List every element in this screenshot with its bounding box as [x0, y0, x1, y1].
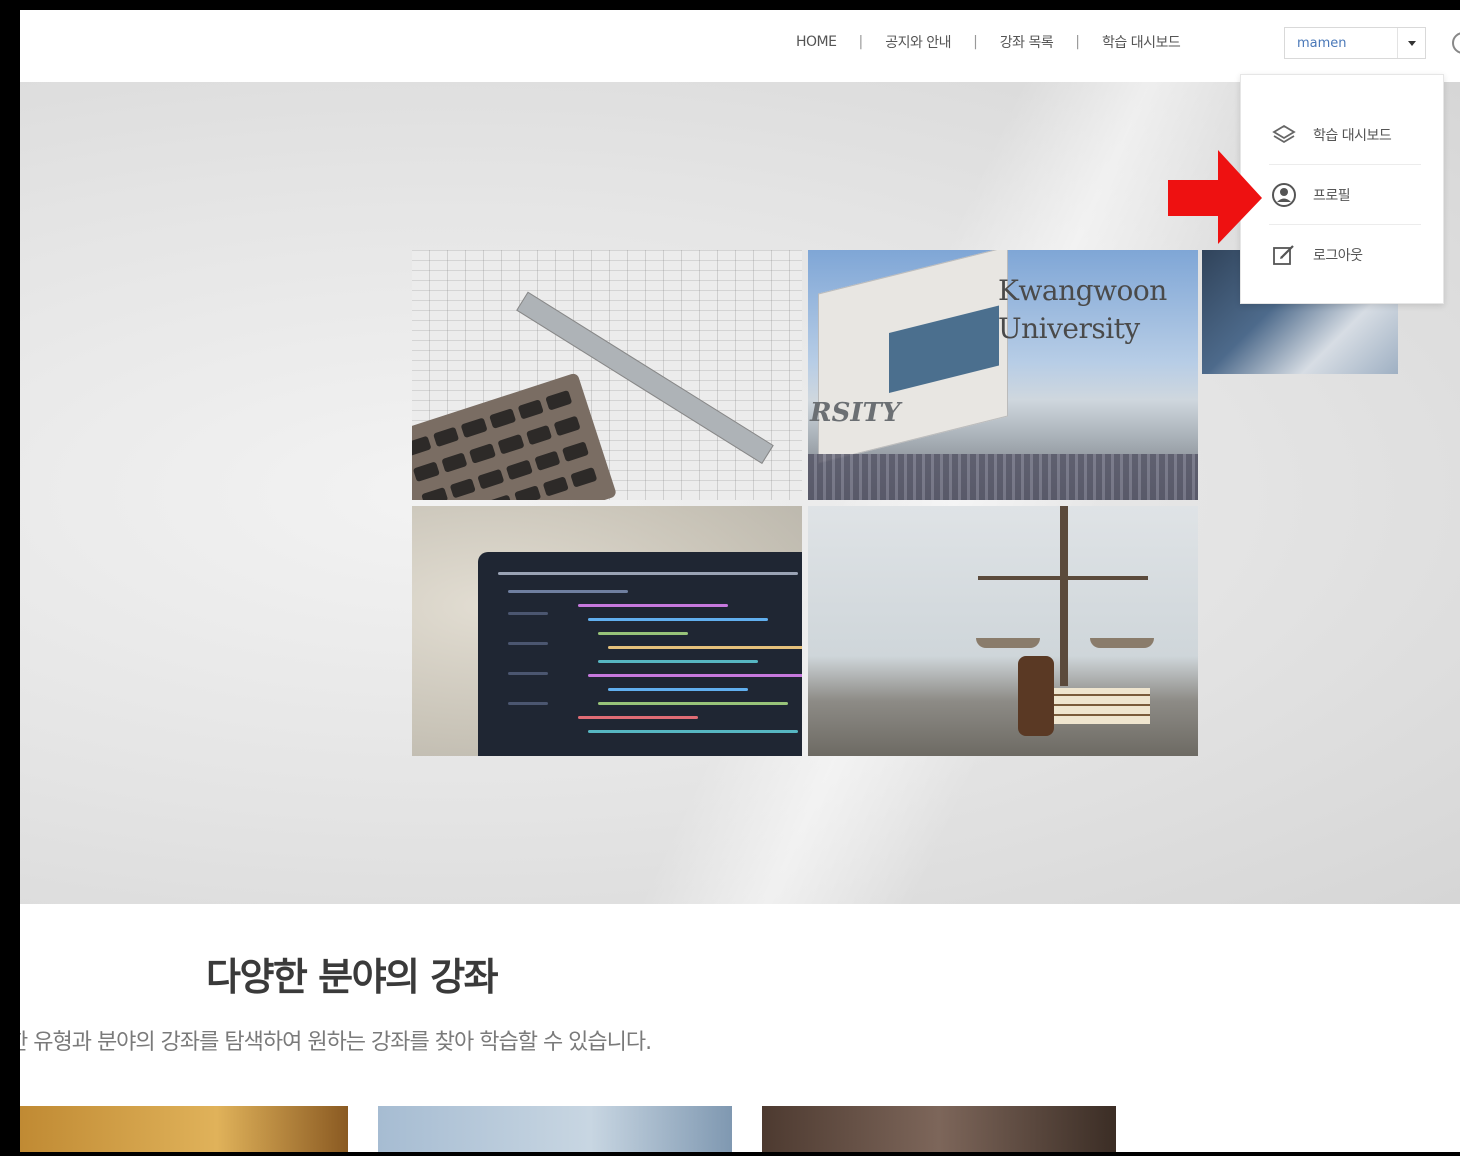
section-description: 한 유형과 분야의 강좌를 탐색하여 원하는 강좌를 찾아 학습할 수 있습니다… [20, 1030, 652, 1055]
user-menu-toggle-button[interactable] [1397, 28, 1425, 58]
programming-image [412, 506, 802, 756]
browser-viewport: HOME | 공지와 안내 | 강좌 목록 | 학습 대시보드 mamen Kw… [20, 10, 1460, 1152]
nav-dashboard-link[interactable]: 학습 대시보드 [1102, 32, 1181, 52]
building-shape [818, 250, 1008, 464]
nav-home-link[interactable]: HOME [796, 34, 837, 50]
username-label: mamen [1297, 35, 1347, 51]
red-arrow-annotation [1168, 150, 1262, 244]
scale-beam [978, 576, 1148, 580]
menu-item-logout[interactable]: 로그아웃 [1269, 225, 1421, 285]
screenshot-frame: HOME | 공지와 안내 | 강좌 목록 | 학습 대시보드 mamen Kw… [0, 0, 1460, 1156]
user-circle-icon [1269, 180, 1299, 210]
scale-pan-left [976, 638, 1040, 648]
user-dropdown-menu: 학습 대시보드 프로필 로그아웃 [1240, 74, 1444, 304]
law-image [808, 506, 1198, 756]
calculator-shape [412, 372, 618, 500]
building-sign-text: RSITY [810, 398, 901, 428]
campus-ground [808, 454, 1198, 500]
laptop-screen [478, 552, 802, 756]
nav-courses-link[interactable]: 강좌 목록 [1000, 32, 1054, 52]
menu-item-profile[interactable]: 프로필 [1269, 165, 1421, 225]
user-menu-select[interactable]: mamen [1284, 27, 1426, 59]
menu-item-label: 프로필 [1313, 187, 1351, 204]
course-card[interactable] [762, 1106, 1116, 1152]
university-name-text: Kwangwoon University [998, 272, 1167, 348]
edit-icon [1269, 240, 1299, 270]
gavel-shape [1018, 656, 1054, 736]
chevron-down-icon [1407, 40, 1416, 46]
course-card[interactable] [378, 1106, 732, 1152]
nav-separator: | [973, 34, 978, 50]
main-nav: HOME | 공지와 안내 | 강좌 목록 | 학습 대시보드 [796, 32, 1181, 52]
section-title: 다양한 분야의 강좌 [206, 955, 499, 999]
top-bar: HOME | 공지와 안내 | 강좌 목록 | 학습 대시보드 mamen [20, 10, 1460, 82]
university-image: Kwangwoon University RSITY [808, 250, 1198, 500]
scale-pan-right [1090, 638, 1154, 648]
menu-item-dashboard[interactable]: 학습 대시보드 [1269, 105, 1421, 165]
circle-icon[interactable] [1452, 32, 1460, 54]
arrow-right-icon [1168, 150, 1262, 244]
course-card[interactable] [20, 1106, 348, 1152]
university-name-line2: University [998, 312, 1140, 345]
menu-item-label: 학습 대시보드 [1313, 127, 1392, 144]
nav-separator: | [1075, 34, 1080, 50]
university-name-line1: Kwangwoon [998, 274, 1167, 307]
nav-separator: | [858, 34, 864, 50]
nav-notice-link[interactable]: 공지와 안내 [885, 32, 951, 52]
scale-pole [1060, 506, 1068, 686]
menu-item-label: 로그아웃 [1313, 248, 1363, 264]
engineering-image [412, 250, 802, 500]
layers-icon [1269, 120, 1299, 150]
